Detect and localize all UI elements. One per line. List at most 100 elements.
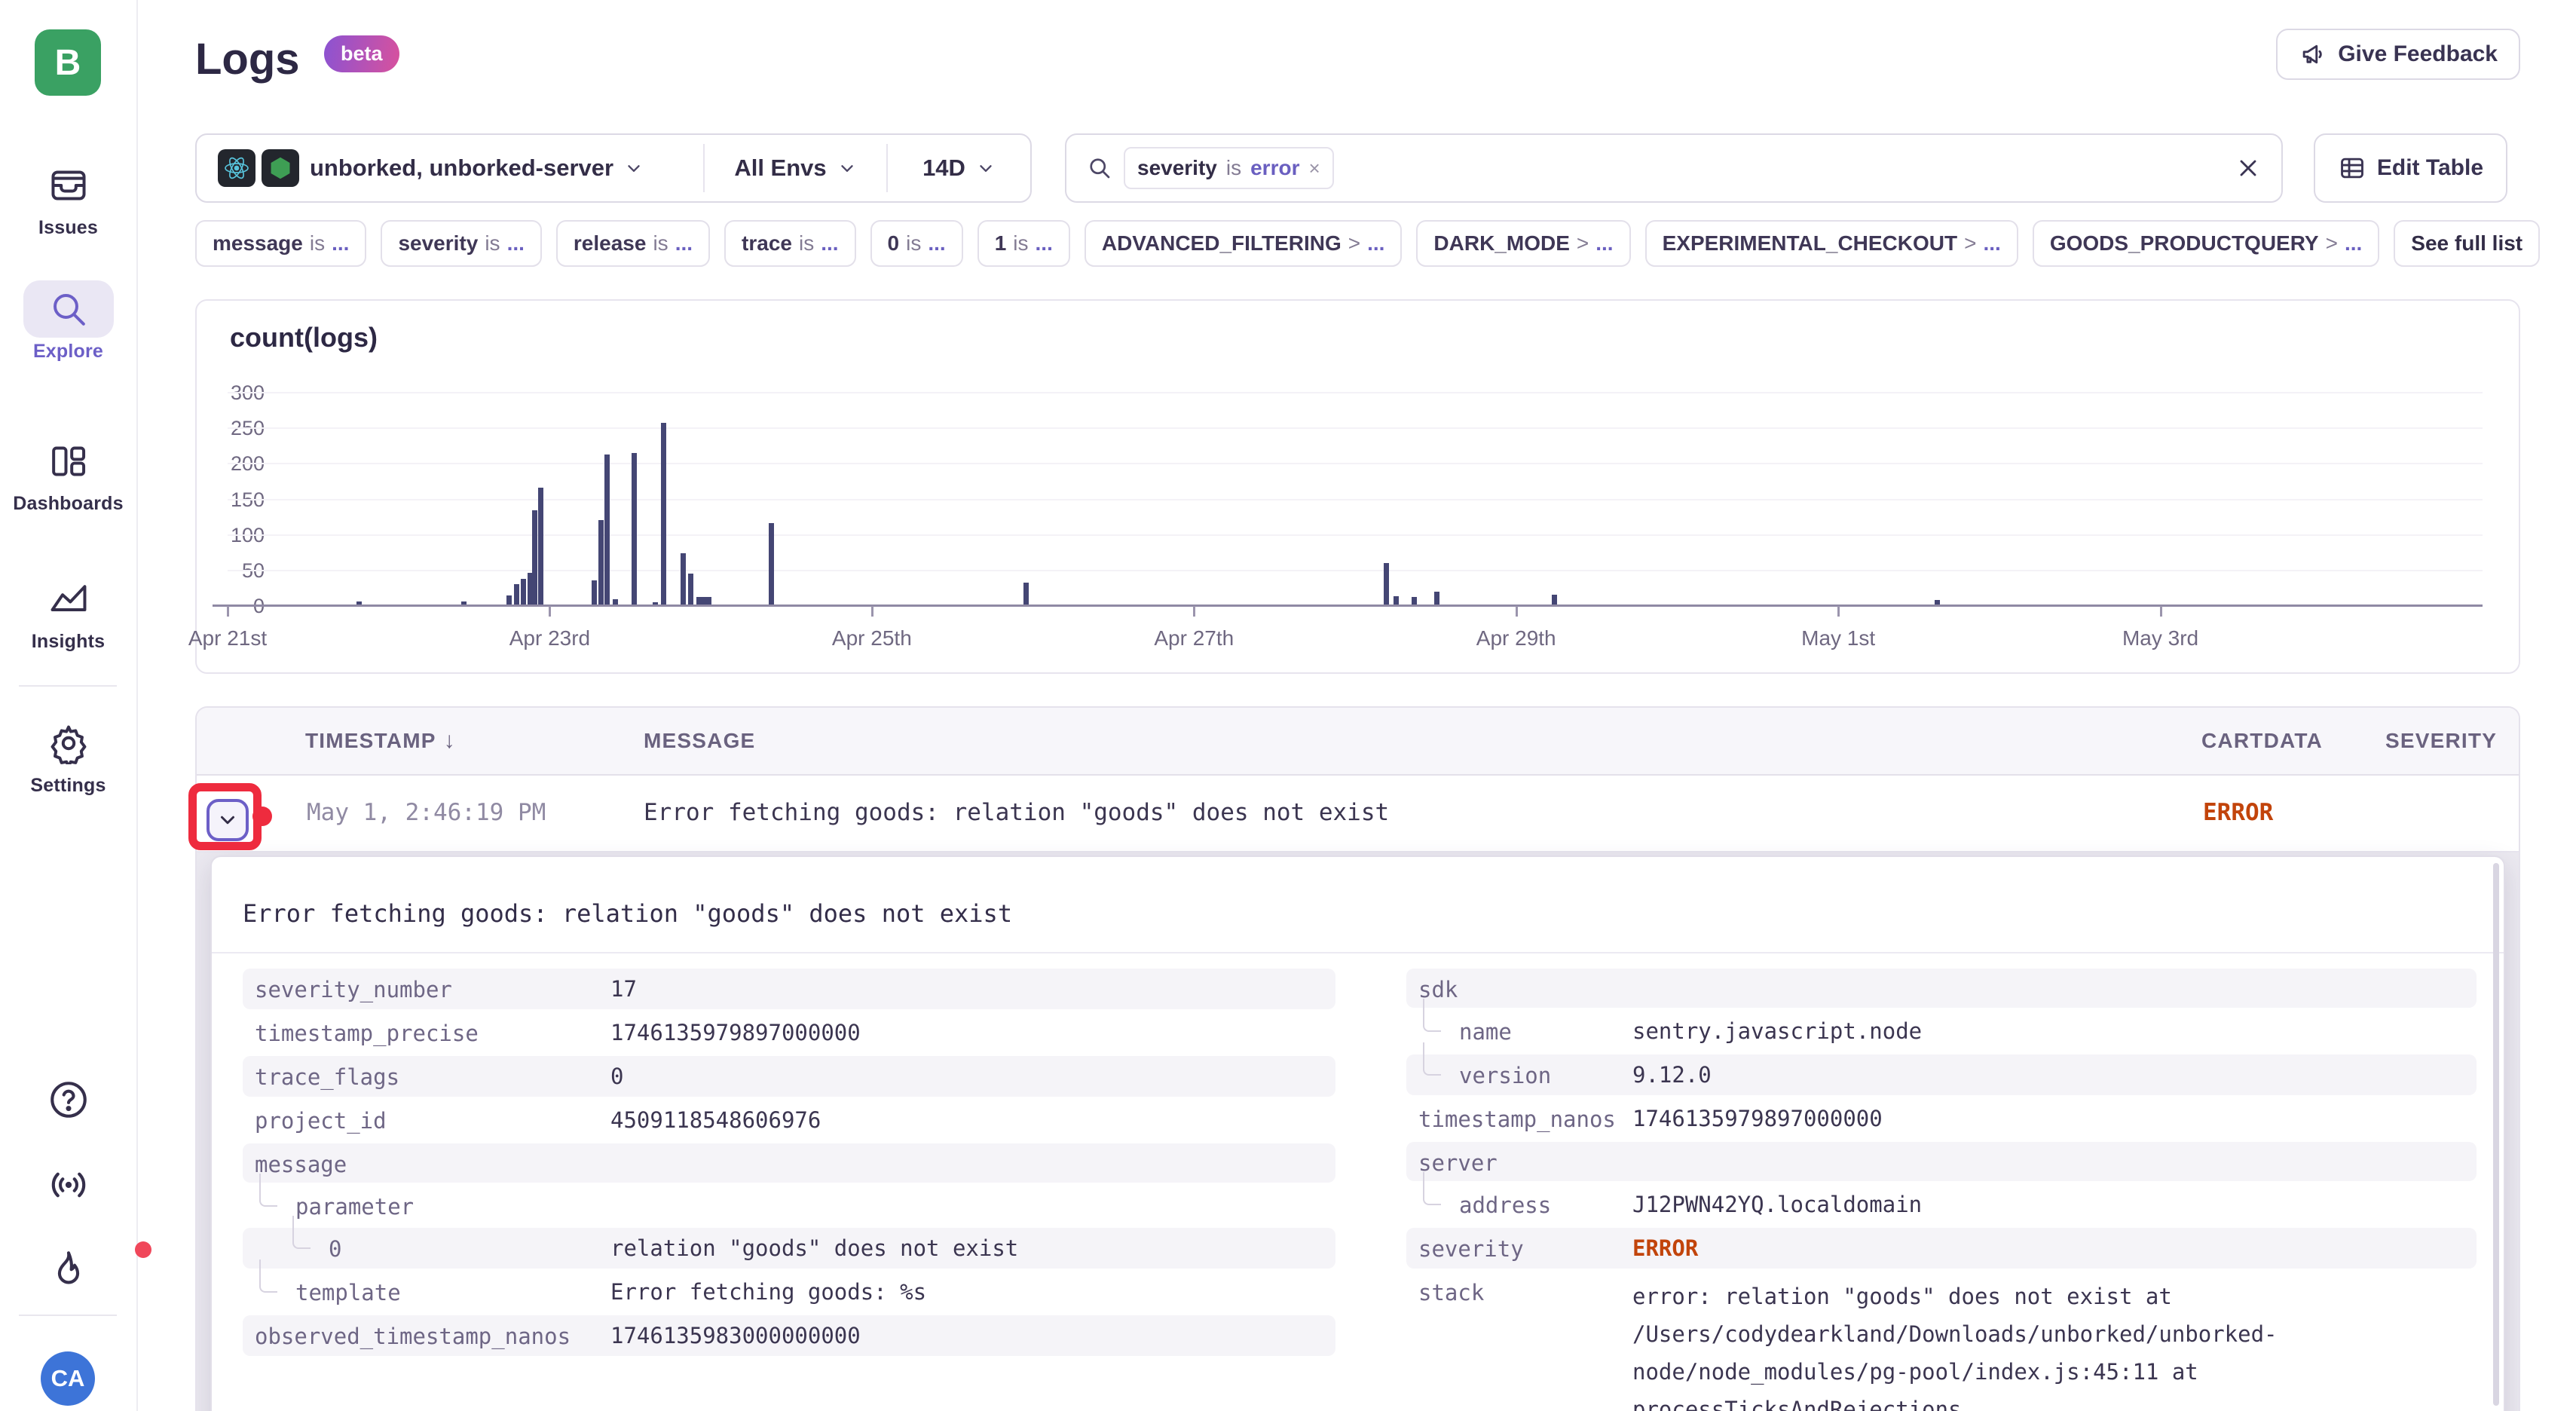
sidebar-item-insights[interactable]: Insights [0, 571, 136, 653]
avatar[interactable]: CA [41, 1351, 95, 1406]
log-count-bar [461, 601, 467, 604]
x-tick-mark [2160, 606, 2162, 617]
logs-table: TIMESTAMP↓ MESSAGE CARTDATA SEVERITY May… [195, 706, 2520, 1411]
log-count-bar [1935, 600, 1940, 604]
sidebar-item-label: Issues [0, 217, 136, 239]
chip-operator: is [1013, 231, 1028, 256]
chip-goods_productquery[interactable]: GOODS_PRODUCTQUERY>... [2033, 220, 2379, 267]
sidebar-tool-onboarding[interactable] [0, 1247, 136, 1295]
column-header-cartdata[interactable]: CARTDATA [2201, 708, 2323, 774]
chip-trace[interactable]: traceis... [724, 220, 856, 267]
project-selector[interactable]: unborked, unborked-server [197, 135, 703, 201]
tree-connector [259, 1259, 277, 1293]
log-count-bar [521, 579, 526, 604]
give-feedback-label: Give Feedback [2338, 41, 2498, 67]
column-header-timestamp[interactable]: TIMESTAMP↓ [305, 708, 456, 774]
chip-key: DARK_MODE [1433, 231, 1569, 256]
log-count-bar [1412, 597, 1417, 604]
chip-value-placeholder: ... [2345, 231, 2362, 256]
search-input[interactable]: severity is error × [1065, 133, 2283, 203]
chip-0[interactable]: 0is... [870, 220, 963, 267]
log-detail-panel: Error fetching goods: relation "goods" d… [210, 855, 2505, 1411]
give-feedback-button[interactable]: Give Feedback [2276, 29, 2520, 80]
sort-descending-icon: ↓ [444, 728, 456, 753]
page-header: Logs beta Give Feedback [195, 27, 2520, 103]
chip-severity[interactable]: severityis... [381, 220, 541, 267]
x-tick-label: Apr 21st [188, 626, 267, 650]
attribute-value: 9.12.0 [1632, 1054, 2477, 1095]
sidebar-item-dashboards[interactable]: Dashboards [0, 433, 136, 515]
chip-see-full-list[interactable]: See full list [2394, 220, 2540, 267]
attribute-key: severity [1418, 1236, 1524, 1262]
chart-x-axis-line [213, 604, 2483, 607]
attribute-row-address: addressJ12PWN42YQ.localdomain [1406, 1184, 2477, 1225]
chip-value-placeholder: ... [1983, 231, 2000, 256]
collapse-row-button[interactable] [207, 799, 249, 841]
column-header-severity[interactable]: SEVERITY [2385, 708, 2497, 774]
search-token-severity[interactable]: severity is error × [1124, 147, 1334, 189]
chip-key: release [574, 231, 647, 256]
x-tick-mark [549, 606, 551, 617]
sidebar-divider-bottom [19, 1315, 117, 1316]
log-count-bar [598, 520, 604, 604]
chip-value-placeholder: ... [332, 231, 349, 256]
logs-count-chart: count(logs) 050100150200250300 Apr 21stA… [195, 299, 2520, 674]
attributes-column-left: severity_number17timestamp_precise174613… [243, 969, 1335, 1359]
log-count-bar [356, 601, 362, 604]
edit-table-button[interactable]: Edit Table [2314, 133, 2507, 203]
chip-advanced_filtering[interactable]: ADVANCED_FILTERING>... [1085, 220, 1403, 267]
attribute-value: Error fetching goods: %s [610, 1272, 1335, 1312]
search-icon [1086, 155, 1113, 182]
attribute-row-stack: stackerror: relation "goods" does not ex… [1406, 1272, 2477, 1411]
attribute-key: stack [1418, 1280, 1484, 1305]
sidebar-item-label: Insights [0, 631, 136, 653]
table-row[interactable]: May 1, 2:46:19 PM Error fetching goods: … [197, 776, 2519, 852]
chip-release[interactable]: releaseis... [556, 220, 710, 267]
row-timestamp: May 1, 2:46:19 PM [307, 776, 546, 849]
log-count-bar [1434, 592, 1439, 604]
sidebar-tool-help[interactable] [0, 1078, 136, 1125]
attribute-chips-row: messageis...severityis...releaseis...tra… [195, 220, 2576, 268]
log-count-bar [532, 510, 537, 604]
token-operator: is [1226, 156, 1241, 180]
tree-connector [292, 1216, 311, 1249]
chip-key: 1 [995, 231, 1007, 256]
attribute-row-0: 0relation "goods" does not exist [243, 1228, 1335, 1269]
date-range-selector[interactable]: 14D [888, 135, 1030, 201]
chevron-down-icon [976, 158, 996, 178]
chip-message[interactable]: messageis... [195, 220, 366, 267]
dashboards-icon [23, 433, 114, 490]
help-icon [47, 1078, 90, 1125]
chip-key: GOODS_PRODUCTQUERY [2050, 231, 2319, 256]
sidebar-item-explore[interactable]: Explore [0, 280, 136, 363]
page-title: Logs [195, 27, 300, 92]
org-logo[interactable]: B [35, 29, 101, 96]
attribute-key: project_id [255, 1108, 387, 1134]
column-header-message[interactable]: MESSAGE [644, 708, 755, 774]
chip-operator: is [799, 231, 814, 256]
chip-experimental_checkout[interactable]: EXPERIMENTAL_CHECKOUT>... [1645, 220, 2018, 267]
sidebar-item-label: Dashboards [0, 493, 136, 515]
attribute-key: address [1459, 1192, 1551, 1218]
chip-1[interactable]: 1is... [977, 220, 1070, 267]
sidebar-item-settings[interactable]: Settings [0, 715, 136, 797]
sidebar-item-issues[interactable]: Issues [0, 157, 136, 239]
date-range-label: 14D [922, 155, 965, 182]
x-tick-label: May 1st [1801, 626, 1875, 650]
sidebar-tool-broadcast[interactable] [0, 1163, 136, 1211]
attribute-value: 4509118548606976 [610, 1100, 1335, 1140]
environment-selector[interactable]: All Envs [705, 135, 886, 201]
chart-plot-area [228, 393, 2483, 606]
chip-dark_mode[interactable]: DARK_MODE>... [1416, 220, 1630, 267]
token-remove-icon[interactable]: × [1308, 157, 1320, 180]
attribute-row-message: message [243, 1143, 1335, 1183]
attribute-value: 1746135983000000000 [610, 1315, 1335, 1356]
log-count-bar [613, 599, 618, 604]
x-tick-label: Apr 23rd [509, 626, 590, 650]
chip-value-placeholder: ... [1036, 231, 1053, 256]
chip-value-placeholder: ... [675, 231, 693, 256]
chip-operator: > [1348, 231, 1360, 256]
sidebar-item-label: Explore [0, 341, 136, 363]
clear-search-icon[interactable] [2235, 155, 2262, 182]
detail-scrollbar[interactable] [2493, 863, 2499, 1406]
